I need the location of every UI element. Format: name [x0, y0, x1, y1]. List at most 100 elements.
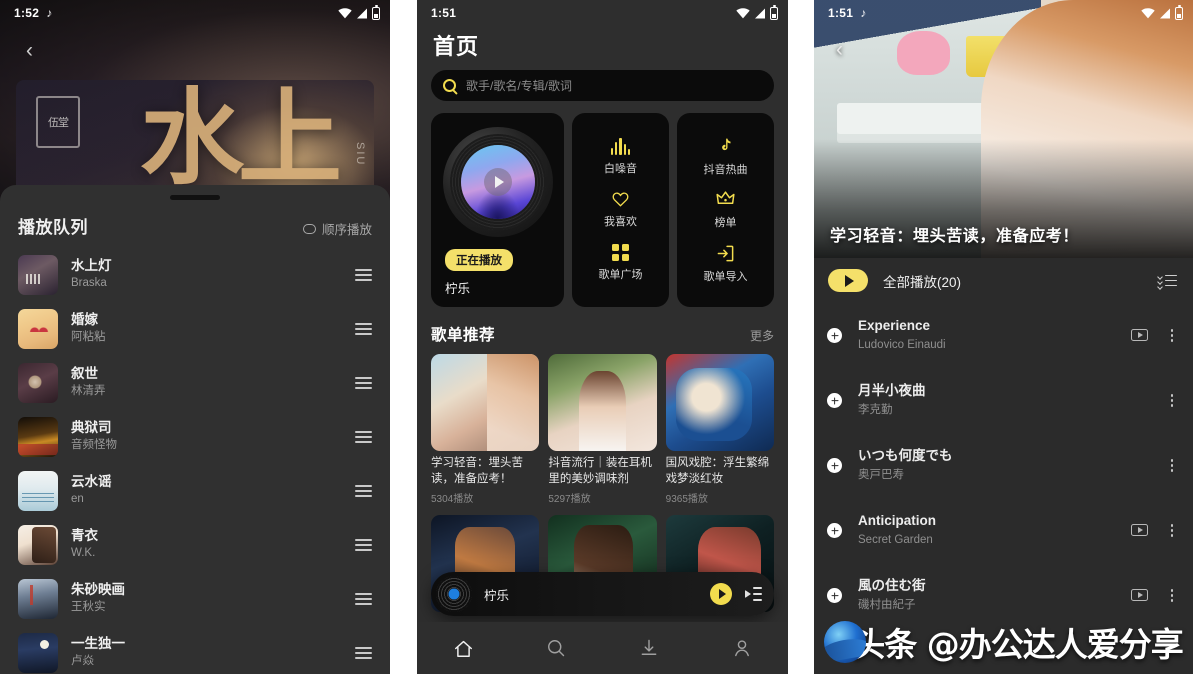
- add-track-icon[interactable]: [827, 523, 842, 538]
- drag-handle-icon[interactable]: [355, 590, 372, 608]
- mv-video-icon[interactable]: [1131, 524, 1148, 537]
- status-bar: 1:51: [417, 0, 788, 26]
- now-playing-tile[interactable]: 正在播放 柠乐: [431, 113, 564, 307]
- queue-item[interactable]: 一生独一 卢焱: [0, 626, 390, 674]
- more-options-icon[interactable]: [1165, 328, 1179, 343]
- more-options-icon[interactable]: [1165, 523, 1179, 538]
- drag-handle-icon[interactable]: [355, 428, 372, 446]
- play-all-row[interactable]: 全部播放(20): [814, 258, 1193, 303]
- mini-player[interactable]: 柠乐: [431, 572, 774, 616]
- shortcut-douyin-hot[interactable]: 抖音热曲: [704, 137, 748, 177]
- queue-item-title: 叙世: [71, 366, 98, 382]
- track-row[interactable]: Anticipation Secret Garden: [814, 498, 1193, 563]
- play-icon[interactable]: [828, 269, 868, 292]
- shortcut-ranking[interactable]: 榜单: [715, 190, 737, 230]
- shortcut-playlist-square[interactable]: 歌单广场: [599, 244, 643, 282]
- track-row[interactable]: 月半小夜曲 李克勤: [814, 368, 1193, 433]
- mv-video-icon[interactable]: [1131, 329, 1148, 342]
- track-actions: [1131, 588, 1179, 603]
- status-time: 1:52: [14, 6, 40, 20]
- track-row[interactable]: 風の住む街 磯村由紀子: [814, 563, 1193, 628]
- signal-icon: [1160, 8, 1170, 18]
- queue-item[interactable]: 叙世 林清弄: [0, 356, 390, 410]
- add-track-icon[interactable]: [827, 393, 842, 408]
- playlist-cover: [431, 354, 540, 451]
- track-title: Anticipation: [858, 512, 936, 528]
- home-icon: [454, 640, 472, 657]
- drag-handle-icon[interactable]: [355, 374, 372, 392]
- queue-item[interactable]: 典狱司 音频怪物: [0, 410, 390, 464]
- search-bar[interactable]: 歌手/歌名/专辑/歌词: [431, 70, 774, 101]
- track-list: Experience Ludovico Einaudi 月半小夜曲 李克勤いつも何度で…: [814, 303, 1193, 628]
- shortcut-favorites[interactable]: 我喜欢: [604, 191, 637, 229]
- shortcut-column-2: 抖音热曲 榜单 歌单导入: [677, 113, 774, 307]
- more-options-icon[interactable]: [1165, 393, 1179, 408]
- queue-bottom-sheet: 播放队列 顺序播放 水上灯 Braska 婚嫁 阿粘粘叙世林清弄典狱司 音频怪物云水谣 e…: [0, 185, 390, 674]
- add-track-icon[interactable]: [827, 588, 842, 603]
- shortcut-label: 榜单: [714, 217, 737, 229]
- playlist-card[interactable]: 学习轻音：埋头苦读，准备应考！ 5304播放: [431, 354, 540, 506]
- album-art: [18, 579, 58, 619]
- drag-handle-icon[interactable]: [355, 482, 372, 500]
- queue-item-meta: 一生独一 卢焱: [71, 635, 125, 670]
- track-row[interactable]: Experience Ludovico Einaudi: [814, 303, 1193, 368]
- shortcut-white-noise[interactable]: 白噪音: [604, 138, 637, 176]
- play-mode-button[interactable]: 顺序播放: [302, 219, 372, 238]
- back-button[interactable]: ‹: [26, 40, 48, 62]
- playlist-card[interactable]: 抖音流行｜装在耳机里的美妙调味剂 5297播放: [548, 354, 657, 505]
- mini-album-art: [436, 576, 472, 612]
- more-options-icon[interactable]: [1165, 588, 1179, 603]
- status-bar: 1:52 ♪: [0, 0, 390, 26]
- play-icon[interactable]: [710, 583, 732, 605]
- nav-home[interactable]: [417, 639, 510, 658]
- queue-item-artist: Braska: [71, 277, 107, 290]
- shortcut-import-playlist[interactable]: 歌单导入: [704, 244, 748, 284]
- playlist-icon[interactable]: [745, 587, 762, 601]
- track-row[interactable]: いつも何度でも 奥戸巴寿: [814, 433, 1193, 498]
- queue-item[interactable]: 婚嫁 阿粘粘: [0, 302, 390, 356]
- section-more-link[interactable]: 更多: [750, 327, 774, 344]
- mv-video-icon[interactable]: [1131, 589, 1148, 602]
- drag-handle-icon[interactable]: [355, 320, 372, 338]
- battery-icon: [1175, 4, 1183, 20]
- tiktok-note-icon: [716, 137, 735, 156]
- shortcut-label: 白噪音: [604, 163, 637, 175]
- queue-item-artist: 林清弄: [71, 385, 106, 398]
- queue-item-title: 云水谣: [71, 474, 112, 490]
- more-options-icon[interactable]: [1165, 458, 1179, 473]
- queue-item-artist: 音频怪物: [71, 439, 117, 452]
- nav-profile[interactable]: [695, 638, 788, 658]
- search-icon: [548, 640, 565, 657]
- status-icons: [736, 4, 778, 20]
- playlist-cover: [548, 354, 657, 451]
- back-button[interactable]: ‹: [836, 38, 843, 62]
- status-icons: [338, 4, 380, 20]
- queue-item-meta: 水上灯 Braska: [71, 257, 112, 292]
- drag-handle-icon[interactable]: [355, 536, 372, 554]
- playlist-card[interactable]: 国风戏腔：浮生繁绵戏梦淡红妆 9365播放: [665, 354, 774, 505]
- track-artist: Secret Garden: [858, 533, 933, 546]
- page-title: 首页: [433, 34, 480, 59]
- search-placeholder: 歌手/歌名/专辑/歌词: [466, 79, 573, 93]
- queue-item[interactable]: 云水谣 en: [0, 464, 390, 518]
- queue-item[interactable]: 青衣 W.K.: [0, 518, 390, 572]
- queue-item[interactable]: 朱砂映画 王秋实: [0, 572, 390, 626]
- playlist-card-plays: 5304播放: [431, 494, 474, 506]
- nav-downloads[interactable]: [603, 638, 696, 658]
- add-track-icon[interactable]: [827, 328, 842, 343]
- queue-header: 播放队列 顺序播放: [0, 200, 390, 242]
- shortcut-label: 歌单导入: [703, 270, 748, 283]
- add-track-icon[interactable]: [827, 458, 842, 473]
- nav-search[interactable]: [510, 638, 603, 658]
- track-meta: いつも何度でも 奥戸巴寿: [858, 447, 953, 484]
- drag-handle-icon[interactable]: [355, 644, 372, 662]
- drag-handle-icon[interactable]: [355, 266, 372, 284]
- queue-item-artist: 阿粘粘: [71, 331, 106, 344]
- playlist-cards-row-1: 学习轻音：埋头苦读，准备应考！ 5304播放 抖音流行｜装在耳机里的美妙调味剂 529…: [431, 354, 774, 505]
- queue-item-meta: 云水谣 en: [71, 473, 112, 508]
- play-icon[interactable]: [483, 168, 512, 196]
- queue-item[interactable]: 水上灯 Braska: [0, 248, 390, 302]
- track-title: いつも何度でも: [858, 447, 953, 463]
- sort-list-icon[interactable]: [1157, 273, 1177, 290]
- section-header-recommended: 歌单推荐 更多: [431, 323, 774, 345]
